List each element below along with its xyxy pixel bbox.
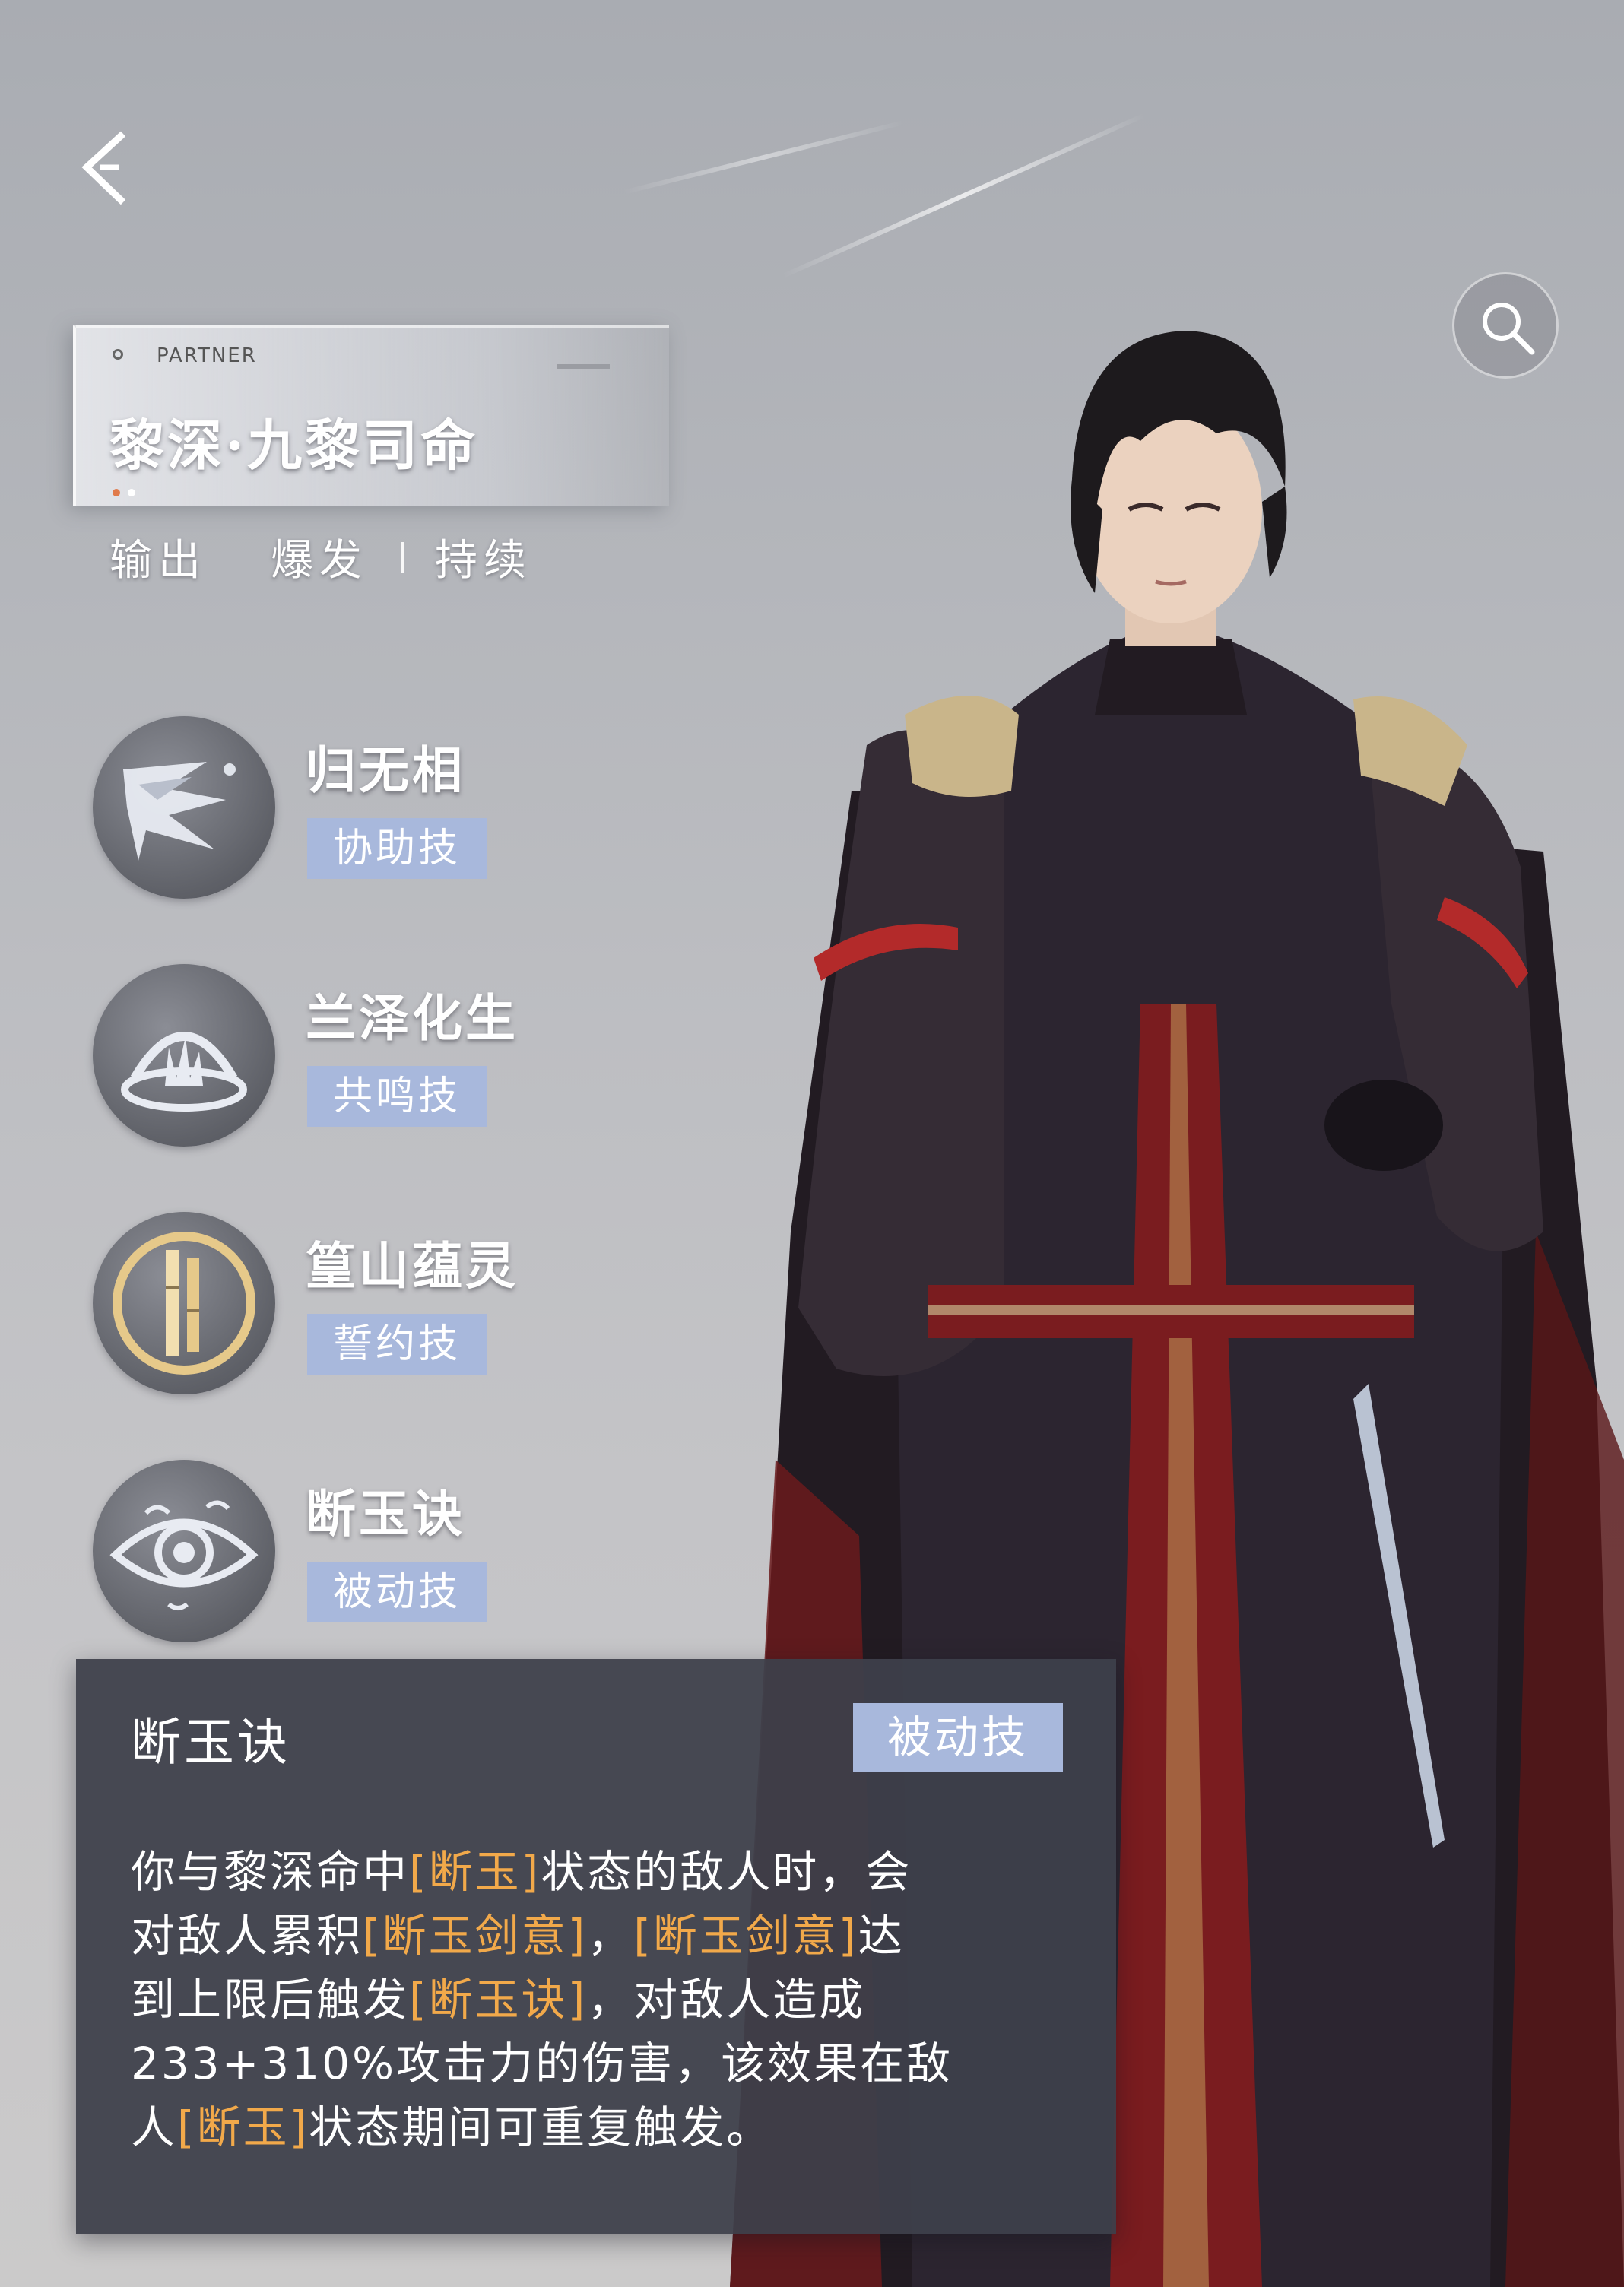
- skill-name: 归无相: [306, 741, 465, 800]
- tag-sustain: 持续: [435, 536, 532, 585]
- keyword-highlight: [断玉诀]: [409, 1974, 588, 2025]
- partner-dot-icon: [113, 349, 123, 360]
- detail-line: 到上限后触发[断玉诀]，对敌人造成: [131, 1968, 1074, 2032]
- role-tags: 输出 爆发 持续: [109, 526, 532, 588]
- keyword-highlight: [断玉]: [409, 1846, 541, 1898]
- bamboo-gold-icon: [113, 1232, 255, 1375]
- detail-description: 你与黎深命中[断玉]状态的敌人时，会 对敌人累积[断玉剑意]，[断玉剑意]达 到上限…: [131, 1840, 1074, 2159]
- character-name: 黎深·九黎司命: [109, 413, 479, 477]
- keyword-highlight: [断玉]: [177, 2101, 309, 2153]
- tag-output: 输出: [109, 536, 207, 585]
- back-button[interactable]: [73, 128, 141, 211]
- skill-icon-resonance[interactable]: [93, 964, 275, 1147]
- skill-name: 篁山蕴灵: [306, 1236, 519, 1296]
- character-namecard: PARTNER 黎深·九黎司命: [73, 325, 669, 506]
- detail-text-segment: ，: [587, 1910, 634, 1962]
- light-streak: [623, 120, 905, 195]
- card-decoration: [557, 364, 610, 369]
- detail-text-segment: 达: [858, 1910, 905, 1962]
- skill-type-badge: 协助技: [307, 818, 487, 879]
- keyword-highlight: [断玉剑意]: [363, 1910, 588, 1962]
- eye-icon: [109, 1500, 259, 1610]
- skill-type-badge: 被动技: [307, 1562, 487, 1622]
- skill-icon-oath[interactable]: [93, 1212, 275, 1394]
- tag-divider: [401, 541, 404, 573]
- detail-line: 对敌人累积[断玉剑意]，[断玉剑意]达: [131, 1904, 1074, 1968]
- detail-text-segment: 233+310%攻击力的伤害，该效果在敌: [131, 2038, 953, 2089]
- skill-icon-assist[interactable]: [93, 716, 275, 899]
- skill-type-badge: 誓约技: [307, 1314, 487, 1375]
- star-pip: [113, 489, 120, 496]
- detail-text-segment: 状态期间可重复触发。: [309, 2101, 773, 2153]
- skill-name: 断玉诀: [306, 1484, 465, 1543]
- detail-text-segment: ，对敌人造成: [587, 1974, 866, 2025]
- shard-burst-icon: [123, 762, 236, 861]
- skill-name: 兰泽化生: [306, 988, 519, 1048]
- grass-ring-icon: [121, 1032, 247, 1112]
- detail-type-badge: 被动技: [853, 1703, 1063, 1772]
- chevron-left-icon: [81, 131, 126, 205]
- skill-type-badge: 共鸣技: [307, 1066, 487, 1127]
- keyword-highlight: [断玉剑意]: [633, 1910, 858, 1962]
- partner-label: PARTNER: [157, 344, 257, 367]
- star-pip: [128, 489, 135, 496]
- skill-detail-panel: 断玉诀 被动技 你与黎深命中[断玉]状态的敌人时，会 对敌人累积[断玉剑意]，[断…: [76, 1659, 1116, 2234]
- detail-text-segment: 到上限后触发: [131, 1974, 410, 2025]
- tag-burst: 爆发: [271, 536, 368, 585]
- detail-text-segment: 人: [131, 2101, 178, 2153]
- detail-title: 断玉诀: [131, 1713, 290, 1772]
- detail-line: 233+310%攻击力的伤害，该效果在敌: [131, 2032, 1074, 2095]
- detail-text-segment: 状态的敌人时，会: [541, 1846, 912, 1898]
- skill-icon-passive[interactable]: [93, 1460, 275, 1642]
- detail-line: 你与黎深命中[断玉]状态的敌人时，会: [131, 1840, 1074, 1904]
- detail-line: 人[断玉]状态期间可重复触发。: [131, 2095, 1074, 2159]
- detail-text-segment: 你与黎深命中: [131, 1846, 410, 1898]
- detail-text-segment: 对敌人累积: [131, 1910, 363, 1962]
